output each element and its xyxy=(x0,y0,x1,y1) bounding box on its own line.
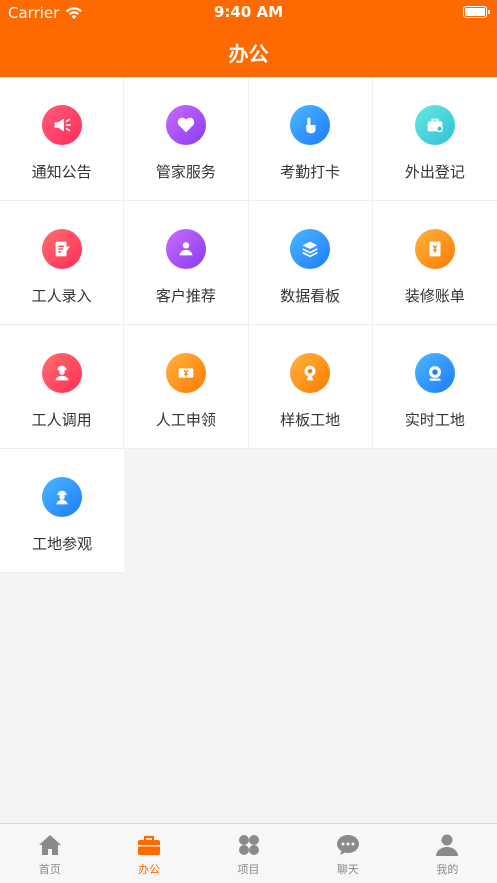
grid-item-label: 客户推荐 xyxy=(155,287,216,305)
layers-icon xyxy=(290,229,331,269)
ticket-yen-icon xyxy=(165,353,206,393)
grid-item-label: 实时工地 xyxy=(404,411,465,429)
briefcase-icon xyxy=(138,835,161,855)
tab-label: 办公 xyxy=(138,863,161,876)
user-badge-icon xyxy=(165,229,206,269)
four-leaf-icon xyxy=(238,835,259,855)
tap-hand-icon xyxy=(290,105,331,145)
briefcase-icon xyxy=(414,105,455,145)
grid-item-label: 工地参观 xyxy=(32,535,93,553)
grid-item-attendance[interactable]: 考勤打卡 xyxy=(248,77,373,201)
grid-item-live-site[interactable]: 实时工地 xyxy=(372,325,497,449)
grid-item-renovation-bill[interactable]: 装修账单 xyxy=(372,201,497,325)
tab-label: 项目 xyxy=(237,863,260,876)
grid-item-label: 工人录入 xyxy=(31,287,92,305)
tab-mine[interactable]: 我的 xyxy=(398,824,497,883)
tab-label: 聊天 xyxy=(336,863,359,876)
office-feature-grid: 通知公告 管家服务 考勤打卡 外出登记 工人录入 客户推荐 数据看板 装修账单 … xyxy=(0,77,497,573)
grid-item-label: 考勤打卡 xyxy=(280,163,341,181)
top-bar: Carrier 9:40 AM 办公 xyxy=(0,0,497,77)
chat-bubble-icon xyxy=(336,835,359,855)
grid-item-notice[interactable]: 通知公告 xyxy=(0,77,125,201)
tab-office[interactable]: 办公 xyxy=(99,824,198,883)
grid-item-label: 通知公告 xyxy=(31,163,92,181)
megaphone-icon xyxy=(41,105,82,145)
tab-chat[interactable]: 聊天 xyxy=(298,824,397,883)
camera-icon xyxy=(414,353,455,393)
bottom-tab-bar: 首页 办公 项目 聊天 我的 xyxy=(0,823,497,883)
home-icon xyxy=(38,835,61,855)
grid-item-labor-claim[interactable]: 人工申领 xyxy=(124,325,249,449)
grid-item-site-visit[interactable]: 工地参观 xyxy=(0,449,125,573)
bill-book-icon xyxy=(414,229,455,269)
webcam-icon xyxy=(290,353,331,393)
grid-item-label: 工人调用 xyxy=(31,411,92,429)
page-title: 办公 xyxy=(228,42,269,66)
grid-item-sample-site[interactable]: 样板工地 xyxy=(248,325,373,449)
helmet-worker-icon xyxy=(42,477,83,517)
grid-item-butler-service[interactable]: 管家服务 xyxy=(124,77,249,201)
grid-item-label: 外出登记 xyxy=(404,163,465,181)
grid-item-customer-referral[interactable]: 客户推荐 xyxy=(124,201,249,325)
worker-icon xyxy=(41,353,82,393)
person-icon xyxy=(436,834,459,856)
tab-label: 首页 xyxy=(38,863,61,876)
tab-project[interactable]: 项目 xyxy=(199,824,298,883)
grid-item-worker-entry[interactable]: 工人录入 xyxy=(0,201,125,325)
grid-item-label: 管家服务 xyxy=(155,163,216,181)
status-bar: Carrier 9:40 AM xyxy=(0,0,497,26)
battery-icon xyxy=(463,6,490,18)
grid-item-worker-dispatch[interactable]: 工人调用 xyxy=(0,325,125,449)
tab-label: 我的 xyxy=(436,863,459,876)
grid-item-label: 样板工地 xyxy=(280,411,341,429)
grid-item-label: 人工申领 xyxy=(155,411,216,429)
tab-home[interactable]: 首页 xyxy=(0,824,99,883)
heart-icon xyxy=(165,105,206,145)
grid-item-label: 装修账单 xyxy=(404,287,465,305)
grid-item-data-dashboard[interactable]: 数据看板 xyxy=(248,201,373,325)
status-time: 9:40 AM xyxy=(213,3,284,21)
document-edit-icon xyxy=(41,229,82,269)
grid-item-outing-register[interactable]: 外出登记 xyxy=(372,77,497,201)
grid-item-label: 数据看板 xyxy=(280,287,341,305)
